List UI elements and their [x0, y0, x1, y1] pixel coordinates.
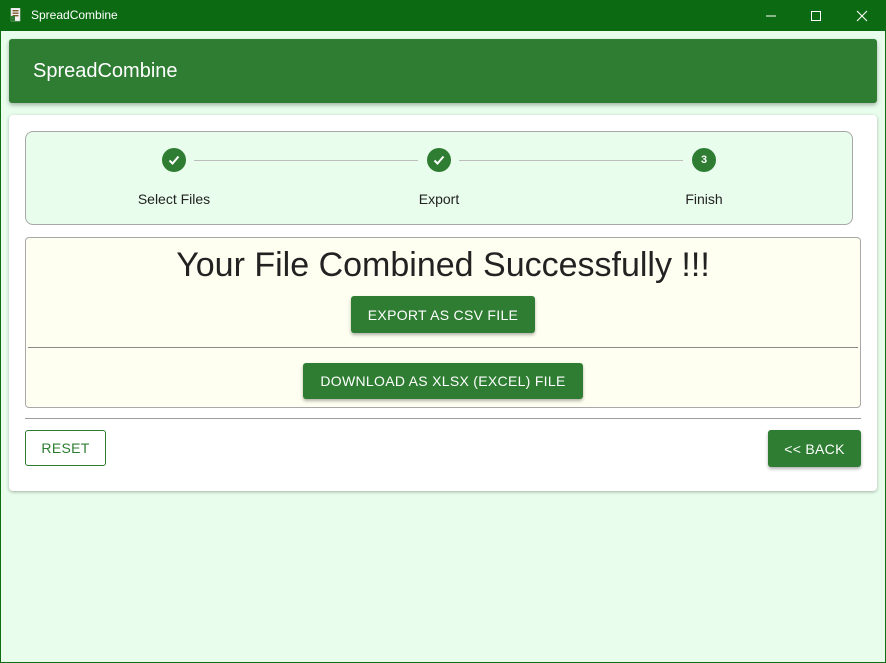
check-icon — [433, 155, 445, 165]
back-button[interactable]: << BACK — [768, 430, 861, 467]
close-button[interactable] — [839, 0, 885, 31]
app-bar-title: SpreadCombine — [33, 60, 178, 82]
window-title: SpreadCombine — [31, 8, 118, 22]
step-2-label: Export — [418, 191, 460, 207]
step-3-number: 3 — [700, 154, 708, 166]
check-icon — [168, 155, 180, 165]
app-icon — [10, 8, 21, 22]
app-bar: SpreadCombine — [9, 39, 877, 103]
stepper: Select Files Export 3 Finish — [25, 131, 853, 225]
close-icon — [856, 10, 868, 21]
result-panel: Your File Combined Successfully !!! EXPO… — [25, 237, 861, 408]
main-card: Select Files Export 3 Finish Your File C… — [9, 115, 877, 491]
step-connector — [194, 160, 418, 161]
step-3-indicator: 3 — [692, 148, 716, 172]
download-xlsx-button[interactable]: DOWNLOAD AS XLSX (EXCEL) FILE — [303, 363, 583, 399]
result-divider — [28, 347, 858, 348]
export-csv-button[interactable]: EXPORT AS CSV FILE — [351, 296, 535, 333]
step-1-indicator — [162, 148, 186, 172]
step-1-label: Select Files — [137, 191, 211, 207]
step-3-label: Finish — [685, 191, 723, 207]
success-message: Your File Combined Successfully !!! — [176, 246, 710, 284]
maximize-button[interactable] — [793, 0, 839, 31]
app-client-area: SpreadCombine Select Files Export 3 Fini… — [1, 31, 885, 662]
title-bar: SpreadCombine — [0, 0, 886, 31]
step-connector — [459, 160, 683, 161]
minimize-icon — [766, 15, 776, 16]
step-2-indicator — [427, 148, 451, 172]
reset-button[interactable]: RESET — [25, 430, 106, 466]
actions-divider — [25, 418, 861, 419]
maximize-icon — [811, 10, 821, 21]
minimize-button[interactable] — [748, 0, 794, 31]
